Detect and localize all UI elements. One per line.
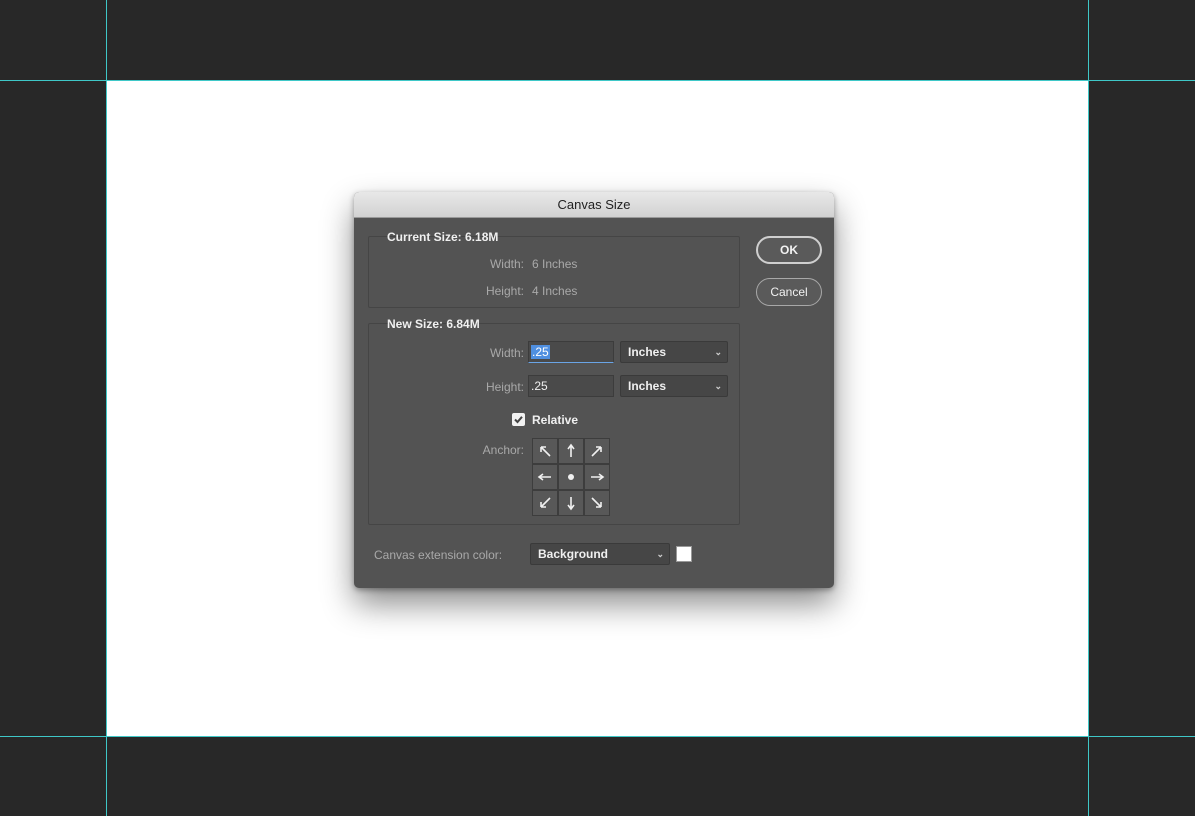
current-height-value: 4 Inches bbox=[532, 284, 578, 298]
relative-label[interactable]: Relative bbox=[532, 413, 578, 427]
extension-color-select[interactable]: Background ⌄ bbox=[530, 543, 670, 565]
anchor-grid bbox=[532, 438, 610, 516]
new-size-label: New Size: 6.84M bbox=[387, 317, 480, 331]
extension-color-label: Canvas extension color: bbox=[374, 548, 503, 562]
guide-horizontal-top[interactable] bbox=[0, 80, 1195, 81]
anchor-top-left[interactable] bbox=[532, 438, 558, 464]
guide-vertical-right[interactable] bbox=[1088, 0, 1089, 816]
arrow-up-left-icon bbox=[540, 446, 551, 457]
chevron-down-icon: ⌄ bbox=[656, 549, 664, 559]
arrow-right-icon bbox=[591, 473, 605, 481]
arrow-down-left-icon bbox=[540, 497, 551, 508]
guide-horizontal-bottom[interactable] bbox=[0, 736, 1195, 737]
width-input[interactable]: .25 bbox=[528, 341, 614, 363]
arrow-down-right-icon bbox=[591, 497, 602, 508]
current-height-label: Height: bbox=[485, 284, 524, 298]
chevron-down-icon: ⌄ bbox=[714, 381, 722, 391]
anchor-left[interactable] bbox=[532, 464, 558, 490]
anchor-right[interactable] bbox=[584, 464, 610, 490]
current-width-label: Width: bbox=[489, 257, 524, 271]
chevron-down-icon: ⌄ bbox=[714, 347, 722, 357]
arrow-down-icon bbox=[567, 497, 575, 511]
new-height-label: Height: bbox=[485, 380, 524, 394]
anchor-label: Anchor: bbox=[482, 443, 524, 457]
width-unit-select[interactable]: Inches ⌄ bbox=[620, 341, 728, 363]
height-unit-select[interactable]: Inches ⌄ bbox=[620, 375, 728, 397]
arrow-up-icon bbox=[567, 443, 575, 457]
height-unit-value: Inches bbox=[628, 379, 667, 393]
checkmark-icon bbox=[514, 416, 523, 424]
anchor-top-right[interactable] bbox=[584, 438, 610, 464]
extension-color-swatch[interactable] bbox=[676, 546, 692, 562]
relative-checkbox[interactable] bbox=[512, 413, 525, 426]
guide-vertical-left[interactable] bbox=[106, 0, 107, 816]
anchor-center-dot-icon bbox=[568, 474, 574, 480]
anchor-bottom-left[interactable] bbox=[532, 490, 558, 516]
arrow-up-right-icon bbox=[591, 446, 602, 457]
anchor-center[interactable] bbox=[558, 464, 584, 490]
anchor-bottom[interactable] bbox=[558, 490, 584, 516]
cancel-button[interactable]: Cancel bbox=[756, 278, 822, 306]
height-input[interactable]: .25 bbox=[528, 375, 614, 397]
current-width-value: 6 Inches bbox=[532, 257, 578, 271]
current-size-label: Current Size: 6.18M bbox=[387, 230, 499, 244]
height-input-value: .25 bbox=[531, 379, 548, 393]
anchor-top[interactable] bbox=[558, 438, 584, 464]
new-width-label: Width: bbox=[489, 346, 524, 360]
ok-button[interactable]: OK bbox=[756, 236, 822, 264]
arrow-left-icon bbox=[537, 473, 551, 481]
anchor-bottom-right[interactable] bbox=[584, 490, 610, 516]
canvas-size-dialog: Canvas Size Current Size: 6.18M Width: 6… bbox=[354, 192, 834, 588]
extension-color-value: Background bbox=[538, 547, 609, 561]
width-input-value: .25 bbox=[531, 345, 550, 359]
dialog-title: Canvas Size bbox=[354, 192, 834, 218]
width-unit-value: Inches bbox=[628, 345, 667, 359]
